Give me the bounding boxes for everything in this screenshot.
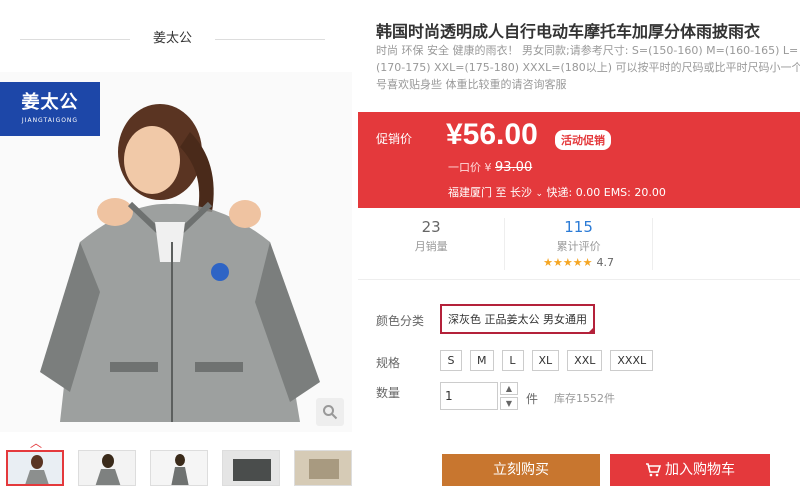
quantity-stepper: ▲ ▼	[500, 382, 518, 412]
add-to-cart-label: 加入购物车	[665, 462, 735, 478]
size-label: 规格	[376, 356, 401, 370]
buy-now-button[interactable]: 立刻购买	[442, 454, 600, 486]
promo-badge: 活动促销	[555, 130, 611, 150]
product-info-panel: 韩国时尚透明成人自行电动车摩托车加厚分体雨披雨衣 时尚 环保 安全 健康的雨衣！…	[358, 0, 800, 486]
size-options: S M L XL XXL XXXL	[440, 350, 654, 371]
magnifier-icon	[323, 405, 338, 420]
brand-header: 姜太公	[20, 28, 325, 50]
size-option-xl[interactable]: XL	[531, 350, 560, 371]
ship-to-value: 长沙	[510, 186, 532, 199]
decrease-quantity-button[interactable]: ▼	[500, 397, 518, 410]
sales-count: 23	[421, 218, 441, 236]
price-panel: 促销价 ¥56.00 活动促销 一口价 ¥ 93.00 福建厦门 至 长沙 ⌄ …	[358, 112, 800, 208]
shipping-fee: 快递: 0.00 EMS: 20.00	[546, 186, 666, 199]
thumbnail-3[interactable]	[150, 450, 208, 486]
promo-price: ¥56.00	[446, 118, 538, 151]
quantity-input[interactable]: 1	[440, 382, 498, 410]
original-price-value: 93.00	[495, 160, 533, 175]
rating-score: 4.7	[596, 256, 614, 269]
color-label: 颜色分类	[376, 314, 425, 328]
chevron-up-icon[interactable]: ︿	[30, 434, 42, 451]
model-raincoat-photo	[40, 104, 320, 422]
reviews-count[interactable]: 115	[505, 218, 651, 236]
star-icons: ★★★★★	[543, 256, 593, 269]
thumbnail-1[interactable]	[6, 450, 64, 486]
size-option-xxxl[interactable]: XXXL	[610, 350, 654, 371]
original-price: 一口价 ¥ 93.00	[448, 159, 532, 175]
monthly-sales: 23 月销量	[358, 218, 506, 270]
thumbnail-strip	[0, 450, 352, 486]
price-label: 促销价	[376, 132, 413, 146]
size-option-s[interactable]: S	[440, 350, 462, 371]
sales-label: 月销量	[414, 240, 448, 253]
thumbnail-5[interactable]	[294, 450, 352, 486]
size-option-l[interactable]: L	[501, 350, 524, 371]
stock-count: 库存1552件	[554, 392, 615, 405]
quantity-label: 数量	[376, 386, 401, 400]
size-option-xxl[interactable]: XXL	[567, 350, 603, 371]
selected-check-icon	[587, 326, 595, 334]
chevron-down-icon: ⌄	[535, 189, 544, 199]
product-description: 时尚 环保 安全 健康的雨衣！ 男女同款;请参考尺寸: S=(150-160) …	[376, 44, 800, 91]
shipping-info: 福建厦门 至 长沙 ⌄ 快递: 0.00 EMS: 20.00	[448, 184, 666, 200]
add-to-cart-button[interactable]: 加入购物车	[610, 454, 770, 486]
ship-to-label: 至	[495, 186, 507, 199]
ship-from: 福建厦门	[448, 186, 492, 199]
stat-empty	[653, 218, 800, 270]
rating-stars: ★★★★★ 4.7	[505, 256, 651, 269]
color-option-text: 深灰色 正品姜太公 男女通用	[448, 313, 587, 326]
size-option-m[interactable]: M	[470, 350, 494, 371]
thumbnail-2[interactable]	[78, 450, 136, 486]
increase-quantity-button[interactable]: ▲	[500, 382, 518, 395]
thumbnail-4[interactable]	[222, 450, 280, 486]
original-price-label: 一口价 ¥	[448, 161, 492, 174]
divider	[215, 39, 325, 40]
stats-row: 23 月销量 115 累计评价 ★★★★★ 4.7	[358, 218, 800, 280]
product-gallery: 姜太公 姜太公 JIANGTAIGONG ︿	[0, 0, 358, 486]
color-option-selected[interactable]: 深灰色 正品姜太公 男女通用	[440, 304, 595, 334]
cart-icon	[646, 463, 661, 477]
ship-to-select[interactable]: 长沙 ⌄	[510, 186, 543, 199]
main-product-image[interactable]: 姜太公 JIANGTAIGONG	[0, 72, 352, 432]
zoom-button[interactable]	[316, 398, 344, 426]
quantity-unit: 件	[526, 392, 539, 406]
product-title: 韩国时尚透明成人自行电动车摩托车加厚分体雨披雨衣	[376, 22, 761, 41]
reviews-label: 累计评价	[556, 240, 601, 253]
reviews[interactable]: 115 累计评价 ★★★★★ 4.7	[505, 218, 653, 270]
